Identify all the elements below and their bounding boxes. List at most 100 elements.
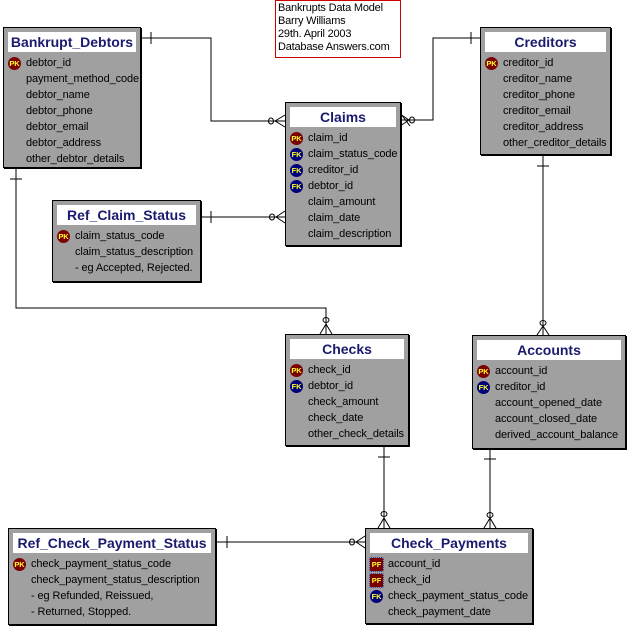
entity-claims[interactable]: Claims PK claim_id FK claim_status_code FK cre… xyxy=(285,102,401,246)
entity-title: Bankrupt_Debtors xyxy=(8,32,136,52)
attribute-name: claim_id xyxy=(308,132,348,144)
attribute-row[interactable]: FK claim_status_code xyxy=(286,146,400,162)
attribute-name: derived_account_balance xyxy=(495,429,619,441)
entity-title: Accounts xyxy=(477,340,621,360)
attribute-name: creditor_phone xyxy=(503,89,575,101)
attribute-row[interactable]: PF account_id xyxy=(366,556,532,572)
attribute-row[interactable]: claim_status_description xyxy=(53,244,200,260)
attribute-row[interactable]: FK check_payment_status_code xyxy=(366,588,532,604)
attribute-name: check_amount xyxy=(308,396,379,408)
entity-creditors[interactable]: Creditors PK creditor_id creditor_namecredi… xyxy=(480,27,611,155)
attribute-name: other_check_details xyxy=(308,428,404,440)
attribute-row[interactable]: PK claim_id xyxy=(286,130,400,146)
attribute-row[interactable]: other_debtor_details xyxy=(4,151,140,167)
attribute-name: - Returned, Stopped. xyxy=(31,606,132,618)
attribute-name: creditor_id xyxy=(503,57,554,69)
attribute-row[interactable]: FK creditor_id xyxy=(473,379,625,395)
pk-key-icon: PK xyxy=(477,365,490,378)
attribute-row[interactable]: claim_date xyxy=(286,210,400,226)
attribute-name: check_id xyxy=(308,364,351,376)
pk-key-icon: PK xyxy=(290,364,303,377)
entity-ref-claim-status[interactable]: Ref_Claim_Status PK claim_status_code claim… xyxy=(52,200,201,282)
attribute-row[interactable]: FK debtor_id xyxy=(286,178,400,194)
entity-title: Claims xyxy=(290,107,396,127)
pk-key-icon: PK xyxy=(8,57,21,70)
note-line-author: Barry Williams xyxy=(278,15,346,27)
attribute-name: - eg Accepted, Rejected. xyxy=(75,262,193,274)
attribute-row[interactable]: PK debtor_id xyxy=(4,55,140,71)
attribute-row[interactable]: check_amount xyxy=(286,394,408,410)
attribute-row[interactable]: check_payment_status_description xyxy=(9,572,215,588)
attribute-row[interactable]: - Returned, Stopped. xyxy=(9,604,215,620)
attribute-row[interactable]: PK check_id xyxy=(286,362,408,378)
attribute-row[interactable]: derived_account_balance xyxy=(473,427,625,443)
attribute-row[interactable]: check_date xyxy=(286,410,408,426)
attribute-name: creditor_id xyxy=(308,164,359,176)
relationship-paymentstatus-checkpayments xyxy=(216,535,366,549)
entity-checks[interactable]: Checks PK check_id FK debtor_id check_amount c… xyxy=(285,334,409,446)
attribute-row[interactable]: payment_method_code xyxy=(4,71,140,87)
entity-title: Creditors xyxy=(485,32,606,52)
attribute-row[interactable]: other_creditor_details xyxy=(481,135,610,151)
attribute-row[interactable]: PF check_id xyxy=(366,572,532,588)
attribute-row[interactable]: creditor_email xyxy=(481,103,610,119)
attribute-name: debtor_id xyxy=(308,180,353,192)
attribute-name: check_payment_status_code xyxy=(388,590,528,602)
attribute-row[interactable]: PK creditor_id xyxy=(481,55,610,71)
attribute-name: creditor_address xyxy=(503,121,584,133)
attribute-name: claim_status_code xyxy=(75,230,165,242)
entity-ref-check-payment-status[interactable]: Ref_Check_Payment_Status PK check_payment_… xyxy=(8,528,216,625)
attribute-name: creditor_id xyxy=(495,381,546,393)
attribute-row[interactable]: FK debtor_id xyxy=(286,378,408,394)
attribute-name: payment_method_code xyxy=(26,73,140,85)
attribute-row[interactable]: debtor_address xyxy=(4,135,140,151)
attribute-name: debtor_name xyxy=(26,89,90,101)
attribute-row[interactable]: FK creditor_id xyxy=(286,162,400,178)
attribute-name: debtor_address xyxy=(26,137,102,149)
attribute-name: debtor_id xyxy=(308,380,353,392)
attribute-row[interactable]: creditor_name xyxy=(481,71,610,87)
fk-key-icon: FK xyxy=(290,180,303,193)
entity-check-payments[interactable]: Check_Payments PF account_id PF check_id FK ch… xyxy=(365,528,533,624)
attribute-row[interactable]: PK account_id xyxy=(473,363,625,379)
attribute-name: check_id xyxy=(388,574,431,586)
entity-bankrupt-debtors[interactable]: Bankrupt_Debtors PK debtor_id payment_metho… xyxy=(3,27,141,168)
attribute-name: account_id xyxy=(388,558,441,570)
attribute-row[interactable]: account_opened_date xyxy=(473,395,625,411)
attribute-row[interactable]: debtor_phone xyxy=(4,103,140,119)
attribute-row[interactable]: creditor_address xyxy=(481,119,610,135)
title-note: Bankrupts Data Model Barry Williams 29th… xyxy=(275,0,401,58)
relationship-debtors-claims xyxy=(141,32,286,128)
attribute-row[interactable]: check_payment_date xyxy=(366,604,532,620)
pf-key-icon: PF xyxy=(369,557,384,572)
attribute-name: claim_date xyxy=(308,212,361,224)
relationship-accounts-checkpayments xyxy=(483,449,497,529)
relationship-checks-checkpayments xyxy=(377,446,391,529)
note-line-date: 29th. April 2003 xyxy=(278,28,352,40)
entity-accounts[interactable]: Accounts PK account_id FK creditor_idaccount… xyxy=(472,335,626,449)
attribute-row[interactable]: PK claim_status_code xyxy=(53,228,200,244)
attribute-row[interactable]: creditor_phone xyxy=(481,87,610,103)
attribute-row[interactable]: claim_description xyxy=(286,226,400,242)
attribute-name: debtor_id xyxy=(26,57,71,69)
attribute-name: debtor_phone xyxy=(26,105,93,117)
attribute-row[interactable]: - eg Refunded, Reissued, xyxy=(9,588,215,604)
attribute-row[interactable]: claim_amount xyxy=(286,194,400,210)
attribute-name: account_opened_date xyxy=(495,397,602,409)
attribute-row[interactable]: debtor_name xyxy=(4,87,140,103)
attribute-row[interactable]: - eg Accepted, Rejected. xyxy=(53,260,200,276)
attribute-name: - eg Refunded, Reissued, xyxy=(31,590,154,602)
pf-key-icon: PF xyxy=(369,573,384,588)
attribute-row[interactable]: account_closed_date xyxy=(473,411,625,427)
pk-key-icon: PK xyxy=(485,57,498,70)
attribute-row[interactable]: other_check_details xyxy=(286,426,408,442)
relationship-creditors-claims xyxy=(399,32,481,127)
attribute-name: claim_amount xyxy=(308,196,376,208)
note-line-source: Database Answers.com xyxy=(278,41,390,53)
attribute-row[interactable]: PK check_payment_status_code xyxy=(9,556,215,572)
pk-key-icon: PK xyxy=(13,558,26,571)
relationship-creditors-accounts xyxy=(536,155,550,336)
attribute-name: claim_status_code xyxy=(308,148,398,160)
attribute-row[interactable]: debtor_email xyxy=(4,119,140,135)
attribute-name: debtor_email xyxy=(26,121,89,133)
